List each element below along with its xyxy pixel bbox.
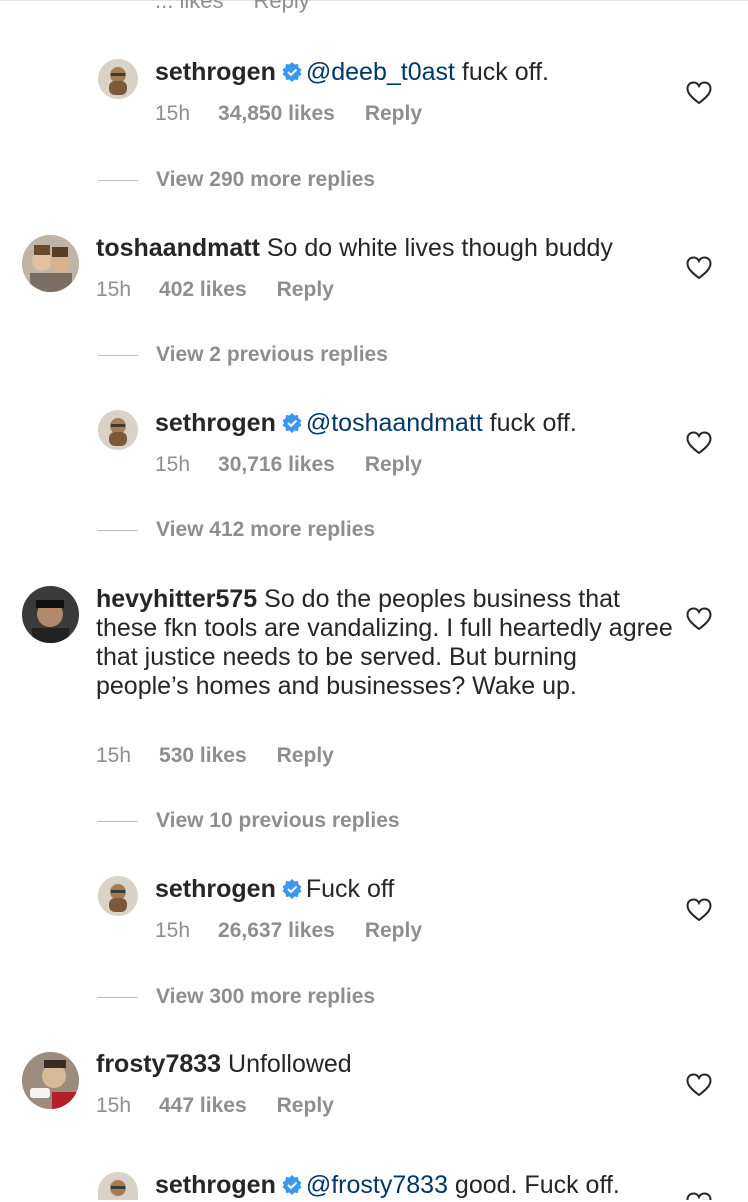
comment-text: fuck off. — [482, 409, 577, 437]
comment-meta: 15h 447 likes Reply — [96, 1094, 334, 1118]
heart-outline-icon[interactable] — [686, 1073, 712, 1097]
likes-count[interactable]: 26,637 likes — [218, 919, 335, 943]
username[interactable]: sethrogen — [155, 875, 276, 903]
username[interactable]: frosty7833 — [96, 1050, 221, 1078]
comment-text: fuck off. — [454, 58, 549, 86]
comment-meta: 15h 530 likes Reply — [96, 744, 334, 768]
timestamp: 15h — [96, 278, 132, 301]
truncated-previous-meta: ... likes Reply — [155, 0, 310, 13]
timestamp: 15h — [96, 1094, 132, 1117]
reply-button[interactable]: Reply — [277, 278, 334, 302]
comment-body: sethrogen Fuck off — [155, 875, 675, 904]
view-more-replies[interactable]: View 412 more replies — [98, 518, 375, 542]
username[interactable]: toshaandmatt — [96, 234, 260, 262]
comment-text: So do white lives though buddy — [266, 234, 613, 262]
timestamp: 15h — [155, 453, 191, 476]
comment-text: Unfollowed — [228, 1050, 352, 1078]
mention-link[interactable]: @frosty7833 — [306, 1171, 448, 1199]
view-previous-replies[interactable]: View 2 previous replies — [98, 343, 388, 367]
comment-body: sethrogen @frosty7833 good. Fuck off. — [155, 1171, 675, 1200]
username[interactable]: sethrogen — [155, 409, 276, 437]
heart-outline-icon[interactable] — [686, 431, 712, 455]
view-previous-replies[interactable]: View 10 previous replies — [98, 809, 400, 833]
comment-body: frosty7833 Unfollowed — [96, 1050, 676, 1079]
username[interactable]: sethrogen — [155, 58, 276, 86]
heart-outline-icon[interactable] — [686, 607, 712, 631]
verified-badge-icon — [282, 411, 302, 433]
likes-count[interactable]: 530 likes — [159, 744, 247, 768]
top-divider — [0, 0, 748, 1]
view-more-replies[interactable]: View 300 more replies — [98, 985, 375, 1009]
avatar[interactable] — [98, 876, 138, 916]
comment-body: sethrogen @deeb_t0ast fuck off. — [155, 58, 675, 87]
view-more-replies[interactable]: View 290 more replies — [98, 168, 375, 192]
comment-body: sethrogen @toshaandmatt fuck off. — [155, 409, 675, 438]
timestamp: 15h — [96, 744, 132, 767]
reply-button[interactable]: Reply — [277, 1094, 334, 1118]
reply-button[interactable]: Reply — [365, 453, 422, 477]
avatar[interactable] — [22, 235, 79, 292]
timestamp: 15h — [155, 102, 191, 125]
likes-count[interactable]: 447 likes — [159, 1094, 247, 1118]
comment-text: good. Fuck off. — [447, 1171, 620, 1199]
avatar[interactable] — [98, 410, 138, 450]
heart-outline-icon[interactable] — [686, 898, 712, 922]
avatar[interactable] — [98, 59, 138, 99]
likes-count[interactable]: 30,716 likes — [218, 453, 335, 477]
comment-meta: 15h 402 likes Reply — [96, 278, 334, 302]
comment-meta: 15h 30,716 likes Reply — [155, 453, 422, 477]
likes-count[interactable]: 34,850 likes — [218, 102, 335, 126]
reply-button[interactable]: Reply — [365, 919, 422, 943]
reply-button[interactable]: Reply — [277, 744, 334, 768]
timestamp: 15h — [155, 919, 191, 942]
avatar[interactable] — [22, 1052, 79, 1109]
avatar[interactable] — [22, 586, 79, 643]
comment-meta: 15h 26,637 likes Reply — [155, 919, 422, 943]
mention-link[interactable]: @deeb_t0ast — [306, 58, 455, 86]
reply-button[interactable]: Reply — [365, 102, 422, 126]
verified-badge-icon — [282, 1173, 302, 1195]
likes-count[interactable]: 402 likes — [159, 278, 247, 302]
avatar[interactable] — [98, 1172, 138, 1200]
verified-badge-icon — [282, 877, 302, 899]
comment-body: hevyhitter575 So do the peoples business… — [96, 585, 676, 701]
comment-text: Fuck off — [305, 875, 395, 903]
verified-badge-icon — [282, 60, 302, 82]
mention-link[interactable]: @toshaandmatt — [306, 409, 483, 437]
comment-body: toshaandmatt So do white lives though bu… — [96, 234, 676, 263]
heart-outline-icon[interactable] — [686, 81, 712, 105]
username[interactable]: hevyhitter575 — [96, 585, 257, 613]
comment-meta: 15h 34,850 likes Reply — [155, 102, 422, 126]
heart-outline-icon[interactable] — [686, 1192, 712, 1200]
username[interactable]: sethrogen — [155, 1171, 276, 1199]
heart-outline-icon[interactable] — [686, 256, 712, 280]
